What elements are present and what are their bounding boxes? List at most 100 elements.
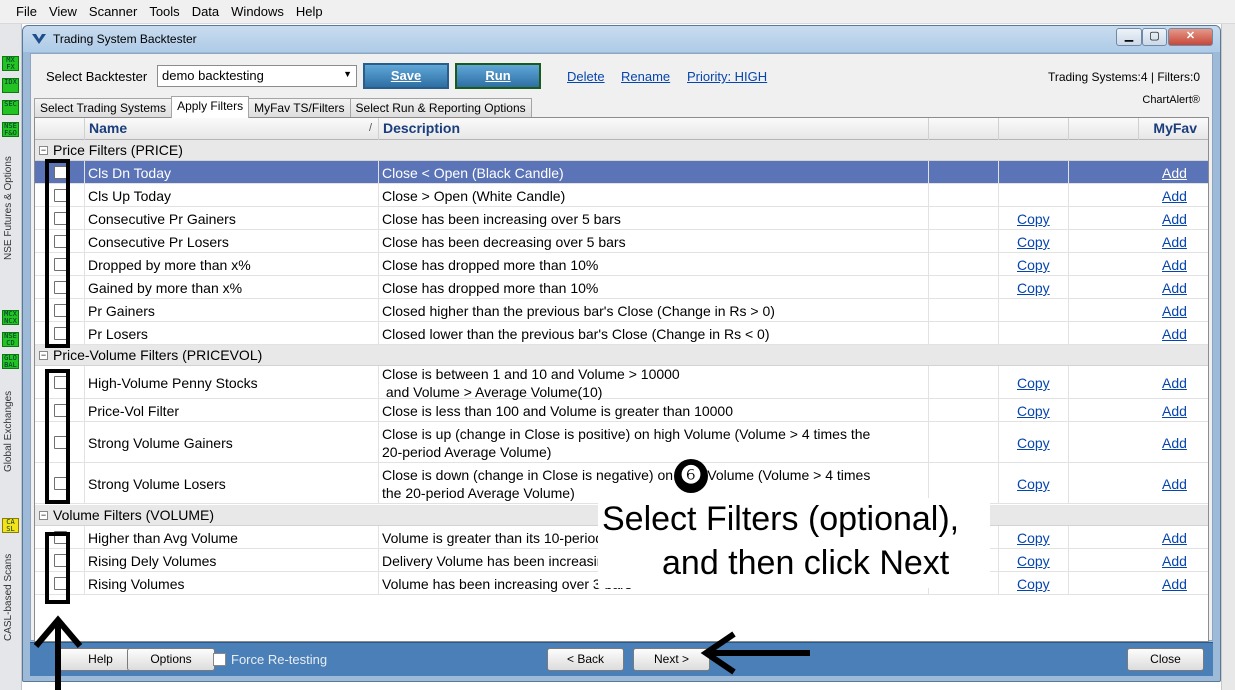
minimize-button[interactable]: ▁ [1116,28,1142,46]
header-col-4 [929,118,999,140]
add-myfav-link[interactable]: Add [1162,233,1187,251]
table-row[interactable]: Pr Gainers Closed higher than the previou… [35,299,1208,322]
collapse-icon[interactable]: − [39,511,48,520]
cell-divider [998,572,999,594]
force-retesting-label: Force Re-testing [231,652,328,667]
add-myfav-link[interactable]: Add [1162,325,1187,343]
table-row[interactable]: Dropped by more than x% Close has dropped… [35,253,1208,276]
tab-apply-filters[interactable]: Apply Filters [171,96,250,118]
table-row[interactable]: Consecutive Pr Losers Close has been decr… [35,230,1208,253]
table-row[interactable]: Consecutive Pr Gainers Close has been inc… [35,207,1208,230]
force-retesting-checkbox[interactable] [213,653,226,666]
cell-divider [928,253,929,275]
nse-fo-badge[interactable]: NSE F&O [2,122,19,137]
copy-link[interactable]: Copy [1017,256,1050,274]
table-row[interactable]: Cls Up Today Close > Open (White Candle) A… [35,184,1208,207]
header-name[interactable]: Name / [85,118,379,140]
brand-label: ChartAlert® [1142,94,1200,106]
sec-badge[interactable]: SEC [2,100,19,115]
global-exchanges-label[interactable]: Global Exchanges [3,372,18,472]
header-myfav[interactable]: MyFav [1139,118,1208,140]
add-myfav-link[interactable]: Add [1162,575,1187,593]
table-row[interactable]: Strong Volume Gainers Close is up (change… [35,422,1208,463]
copy-link[interactable]: Copy [1017,279,1050,297]
cell-divider [1068,322,1069,344]
copy-link[interactable]: Copy [1017,529,1050,547]
table-row[interactable]: Price-Vol Filter Close is less than 100 a… [35,399,1208,422]
table-row[interactable]: Pr Losers Closed lower than the previous … [35,322,1208,345]
options-button[interactable]: Options [127,648,215,671]
maximize-button[interactable]: ▢ [1142,28,1167,46]
cell-divider [998,463,999,503]
menu-scanner[interactable]: Scanner [83,4,143,19]
backtester-select[interactable]: demo backtesting ▼ [157,65,357,87]
delete-link[interactable]: Delete [567,69,605,84]
menu-help[interactable]: Help [290,4,329,19]
collapse-icon[interactable]: − [39,146,48,155]
tab-run-reporting[interactable]: Select Run & Reporting Options [349,98,532,118]
cell-divider [998,549,999,571]
add-myfav-link[interactable]: Add [1162,374,1187,392]
menu-view[interactable]: View [43,4,83,19]
callout-line-1: Select Filters (optional), [602,500,960,538]
copy-link[interactable]: Copy [1017,552,1050,570]
menu-data[interactable]: Data [186,4,225,19]
table-row[interactable]: Gained by more than x% Close has dropped … [35,276,1208,299]
header-description[interactable]: Description [379,118,929,140]
nse-futures-label[interactable]: NSE Futures & Options [3,140,18,260]
copy-link[interactable]: Copy [1017,210,1050,228]
add-myfav-link[interactable]: Add [1162,434,1187,452]
cell-divider [378,572,379,594]
nse-cd-badge[interactable]: NSE CD [2,332,19,347]
casl-badge[interactable]: CA SL [2,518,19,533]
global-badge[interactable]: GLO BAL [2,354,19,369]
mcx-ncx-badge[interactable]: MCX NCX [2,310,19,325]
rename-link[interactable]: Rename [621,69,670,84]
table-row[interactable]: High-Volume Penny Stocks Close is between… [35,366,1208,400]
add-myfav-link[interactable]: Add [1162,164,1187,182]
back-button[interactable]: < Back [547,648,624,671]
cell-divider [84,276,85,298]
save-button[interactable]: Save [363,63,449,89]
add-myfav-link[interactable]: Add [1162,475,1187,493]
title-bar[interactable]: Trading System Backtester ▁ ▢ ✕ [23,26,1220,52]
menu-file[interactable]: File [10,4,43,19]
priority-link[interactable]: Priority: HIGH [687,69,767,84]
run-button[interactable]: Run [455,63,541,89]
next-button[interactable]: Next > [633,648,710,671]
annotation-box-price [45,159,70,348]
add-myfav-link[interactable]: Add [1162,187,1187,205]
add-myfav-link[interactable]: Add [1162,256,1187,274]
group-header[interactable]: − Price-Volume Filters (PRICEVOL) [35,345,1208,366]
table-row[interactable]: Cls Dn Today Close < Open (Black Candle) A… [35,161,1208,184]
description-line: Close is up (change in Close is positive… [382,426,871,442]
tab-select-trading-systems[interactable]: Select Trading Systems [34,98,173,118]
tab-myfav[interactable]: MyFav TS/Filters [248,98,351,118]
group-header[interactable]: − Price Filters (PRICE) [35,140,1208,161]
cell-divider [84,184,85,206]
cell-divider [998,322,999,344]
add-myfav-link[interactable]: Add [1162,302,1187,320]
add-myfav-link[interactable]: Add [1162,279,1187,297]
collapse-icon[interactable]: − [39,351,48,360]
add-myfav-link[interactable]: Add [1162,529,1187,547]
copy-link[interactable]: Copy [1017,475,1050,493]
window-close-button[interactable]: ✕ [1168,28,1213,46]
copy-link[interactable]: Copy [1017,233,1050,251]
add-myfav-link[interactable]: Add [1162,210,1187,228]
idx-badge[interactable]: IDX [2,78,19,93]
copy-link[interactable]: Copy [1017,434,1050,452]
menu-windows[interactable]: Windows [225,4,290,19]
cell-divider [378,253,379,275]
copy-link[interactable]: Copy [1017,374,1050,392]
mx-fx-badge[interactable]: MX FX [2,56,19,71]
cell-divider [84,549,85,571]
menu-tools[interactable]: Tools [143,4,185,19]
casl-scans-label[interactable]: CASL-based Scans [3,536,18,641]
close-button[interactable]: Close [1127,648,1204,671]
add-myfav-link[interactable]: Add [1162,402,1187,420]
copy-link[interactable]: Copy [1017,575,1050,593]
copy-link[interactable]: Copy [1017,402,1050,420]
cell-divider [84,207,85,229]
add-myfav-link[interactable]: Add [1162,552,1187,570]
